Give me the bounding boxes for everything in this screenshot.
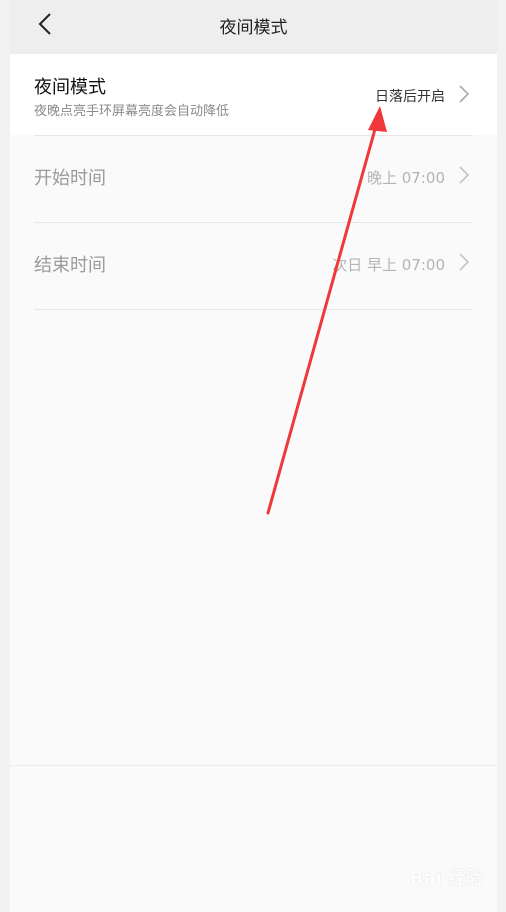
chevron-right-icon — [459, 85, 470, 103]
end-time-label: 结束时间 — [34, 255, 106, 276]
divider — [10, 765, 497, 766]
start-time-label: 开始时间 — [34, 168, 106, 189]
end-time-row[interactable]: 结束时间 次日 早上 07:00 — [10, 223, 497, 309]
page-title: 夜间模式 — [219, 18, 288, 38]
end-time-value: 次日 早上 07:00 — [332, 256, 445, 274]
header-bar: 夜间模式 — [10, 0, 497, 54]
phone-screen: 夜间模式 夜间模式 夜晚点亮手环屏幕亮度会自动降低 日落后开启 开始时间 晚上 … — [10, 0, 497, 912]
chevron-right-icon — [459, 166, 470, 184]
start-time-value: 晚上 07:00 — [367, 169, 445, 187]
chevron-right-icon — [459, 253, 470, 271]
divider — [34, 309, 473, 310]
start-time-row[interactable]: 开始时间 晚上 07:00 — [10, 136, 497, 222]
night-mode-description: 夜晚点亮手环屏幕亮度会自动降低 — [34, 104, 230, 119]
night-mode-value: 日落后开启 — [375, 89, 445, 105]
night-mode-title: 夜间模式 — [34, 77, 106, 98]
night-mode-row[interactable]: 夜间模式 夜晚点亮手环屏幕亮度会自动降低 日落后开启 — [10, 54, 497, 135]
watermark: Bai 经验 — [409, 868, 484, 889]
